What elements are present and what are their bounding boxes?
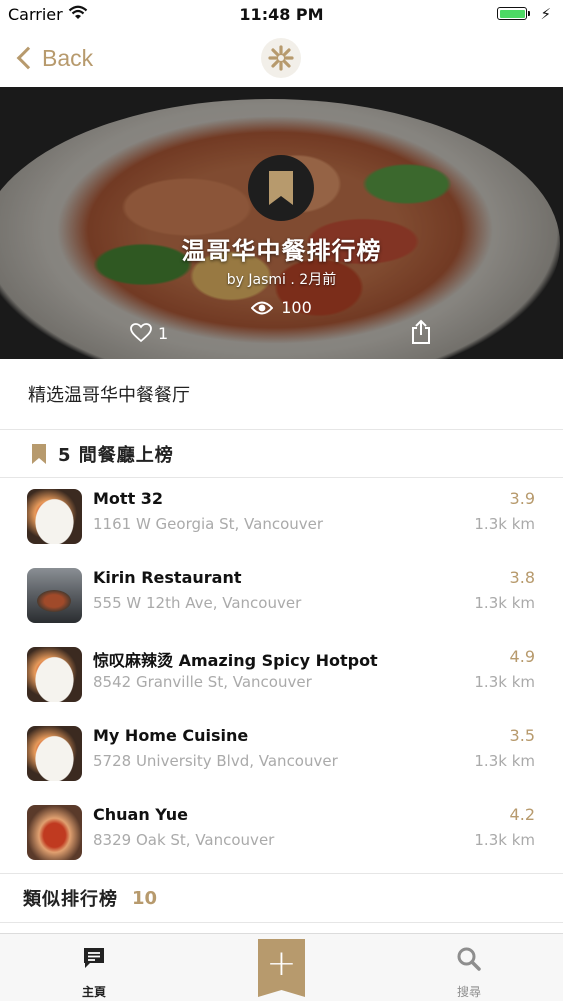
status-bar: Carrier 11:48 PM ⚡ [0,0,563,30]
list-item[interactable]: Mott 32 1161 W Georgia St, Vancouver 3.9… [0,477,563,556]
back-button[interactable]: Back [14,40,93,76]
section-title: 5 間餐廳上榜 [58,444,174,466]
logo-icon [261,38,301,78]
eye-icon [251,301,274,314]
restaurant-name: Kirin Restaurant [93,568,242,587]
restaurant-name: My Home Cuisine [93,726,249,745]
tab-bar: 主頁 + 搜尋 [0,933,563,1001]
add-button[interactable]: + [258,939,305,997]
tab-home-label: 主頁 [81,985,106,999]
restaurant-name: Chuan Yue [93,805,188,824]
description-text: 精选温哥华中餐餐厅 [28,385,190,406]
restaurant-thumbnail [27,568,82,623]
view-count: 100 [0,298,563,317]
bookmark-icon [32,443,46,464]
restaurant-address: 8542 Granville St, Vancouver [93,673,312,691]
back-label: Back [42,44,94,71]
restaurant-name: Mott 32 [93,489,164,508]
similar-lists-header[interactable]: 類似排行榜 10 [0,873,563,923]
list-item[interactable]: Chuan Yue 8329 Oak St, Vancouver 4.2 1.3… [0,793,563,872]
list-item[interactable]: 惊叹麻辣烫 Amazing Spicy Hotpot 8542 Granvill… [0,635,563,714]
restaurant-distance: 1.3k km [474,752,535,770]
bookmark-icon [248,155,314,221]
similar-lists-count: 10 [132,887,158,909]
tab-search[interactable]: 搜尋 [409,934,529,1001]
restaurant-distance: 1.3k km [474,515,535,533]
back-chevron-icon [16,46,40,70]
restaurant-thumbnail [27,805,82,860]
restaurant-score: 3.8 [509,568,535,587]
share-button[interactable] [410,319,432,349]
clock: 11:48 PM [239,5,324,24]
list-description: 精选温哥华中餐餐厅 [0,359,563,430]
search-icon [409,946,529,972]
battery-icon [497,7,530,20]
share-icon [412,319,430,344]
hero-banner: 温哥华中餐排行榜 by Jasmi . 2月前 100 1 [0,87,563,359]
chat-icon [34,946,154,970]
restaurant-address: 555 W 12th Ave, Vancouver [93,594,302,612]
tab-home[interactable]: 主頁 [34,934,154,1001]
restaurant-distance: 1.3k km [474,831,535,849]
view-count-value: 100 [281,298,312,317]
restaurant-list: Mott 32 1161 W Georgia St, Vancouver 3.9… [0,477,563,872]
restaurant-score: 3.9 [509,489,535,508]
heart-icon [130,323,152,343]
plus-icon: + [266,943,297,984]
restaurant-distance: 1.3k km [474,673,535,691]
tab-search-label: 搜尋 [456,985,481,999]
restaurant-score: 3.5 [509,726,535,745]
restaurant-distance: 1.3k km [474,594,535,612]
like-button[interactable]: 1 [130,323,168,343]
restaurants-section-header: 5 間餐廳上榜 [0,430,563,478]
list-byline: by Jasmi . 2月前 [226,272,337,288]
restaurant-address: 5728 University Blvd, Vancouver [93,752,338,770]
restaurant-address: 8329 Oak St, Vancouver [93,831,275,849]
bolt-icon: ⚡ [540,5,551,23]
list-item[interactable]: Kirin Restaurant 555 W 12th Ave, Vancouv… [0,556,563,635]
like-count: 1 [158,323,169,343]
restaurant-thumbnail [27,647,82,702]
restaurant-thumbnail [27,489,82,544]
restaurant-name: 惊叹麻辣烫 Amazing Spicy Hotpot [93,651,378,670]
nav-bar: Back [0,30,563,87]
list-item[interactable]: My Home Cuisine 5728 University Blvd, Va… [0,714,563,793]
restaurant-address: 1161 W Georgia St, Vancouver [93,515,324,533]
list-title: 温哥华中餐排行榜 [181,237,382,265]
restaurant-score: 4.9 [509,647,535,666]
similar-lists-title: 類似排行榜 [23,889,118,910]
restaurant-score: 4.2 [509,805,535,824]
restaurant-thumbnail [27,726,82,781]
